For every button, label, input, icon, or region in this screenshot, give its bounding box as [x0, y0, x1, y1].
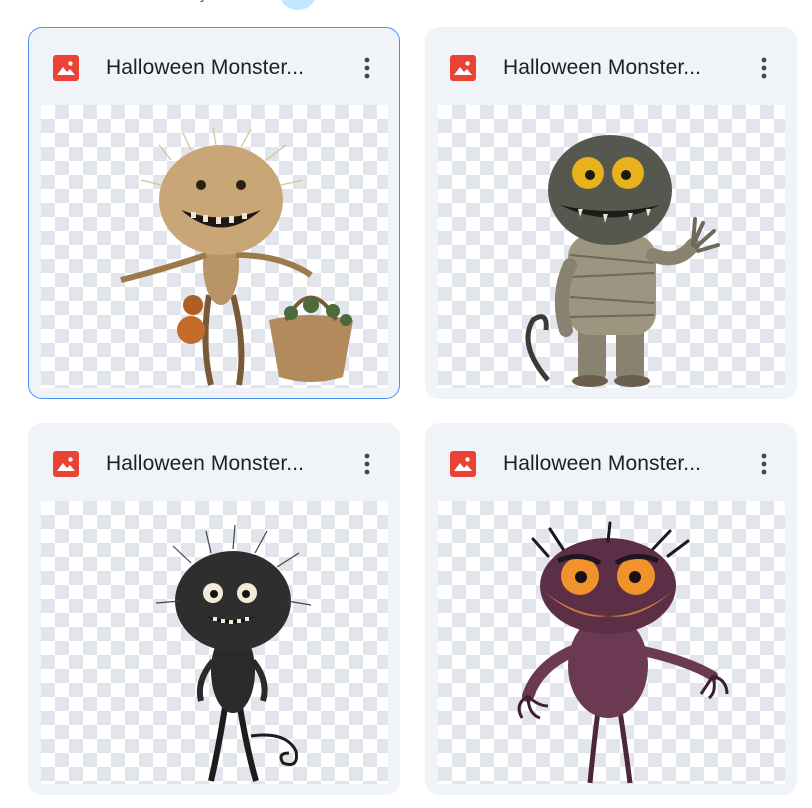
top-bar-partial-text: y	[200, 0, 207, 2]
file-card[interactable]: Halloween Monster...	[28, 423, 400, 795]
file-thumbnail[interactable]	[438, 501, 785, 784]
file-card-header: Halloween Monster...	[29, 28, 399, 106]
more-vert-icon	[364, 57, 370, 79]
file-card-header: Halloween Monster...	[29, 424, 399, 502]
file-card[interactable]: Halloween Monster...	[425, 27, 797, 399]
more-options-button[interactable]	[750, 52, 778, 84]
file-thumbnail[interactable]	[41, 105, 388, 388]
image-file-icon	[53, 451, 79, 477]
file-title: Halloween Monster...	[503, 452, 702, 475]
image-file-icon	[450, 55, 476, 81]
file-thumbnail[interactable]	[438, 105, 785, 388]
top-bar: y	[0, 0, 812, 12]
avatar[interactable]	[280, 0, 316, 10]
more-vert-icon	[364, 453, 370, 475]
file-card[interactable]: Halloween Monster...	[28, 27, 400, 399]
black-fuzzy-monster-image	[155, 524, 312, 782]
file-card-header: Halloween Monster...	[426, 424, 796, 502]
file-title: Halloween Monster...	[106, 452, 305, 475]
gray-mummy-monster-image	[525, 135, 720, 387]
file-title: Halloween Monster...	[503, 56, 702, 79]
image-file-icon	[53, 55, 79, 81]
more-options-button[interactable]	[353, 52, 381, 84]
more-options-button[interactable]	[750, 448, 778, 480]
more-vert-icon	[761, 453, 767, 475]
image-file-icon	[450, 451, 476, 477]
file-thumbnail[interactable]	[41, 501, 388, 784]
file-card-header: Halloween Monster...	[426, 28, 796, 106]
purple-monster-image	[517, 521, 729, 784]
more-vert-icon	[761, 57, 767, 79]
file-card[interactable]: Halloween Monster...	[425, 423, 797, 795]
tan-furry-monster-image	[120, 126, 353, 386]
more-options-button[interactable]	[353, 448, 381, 480]
file-title: Halloween Monster...	[106, 56, 305, 79]
